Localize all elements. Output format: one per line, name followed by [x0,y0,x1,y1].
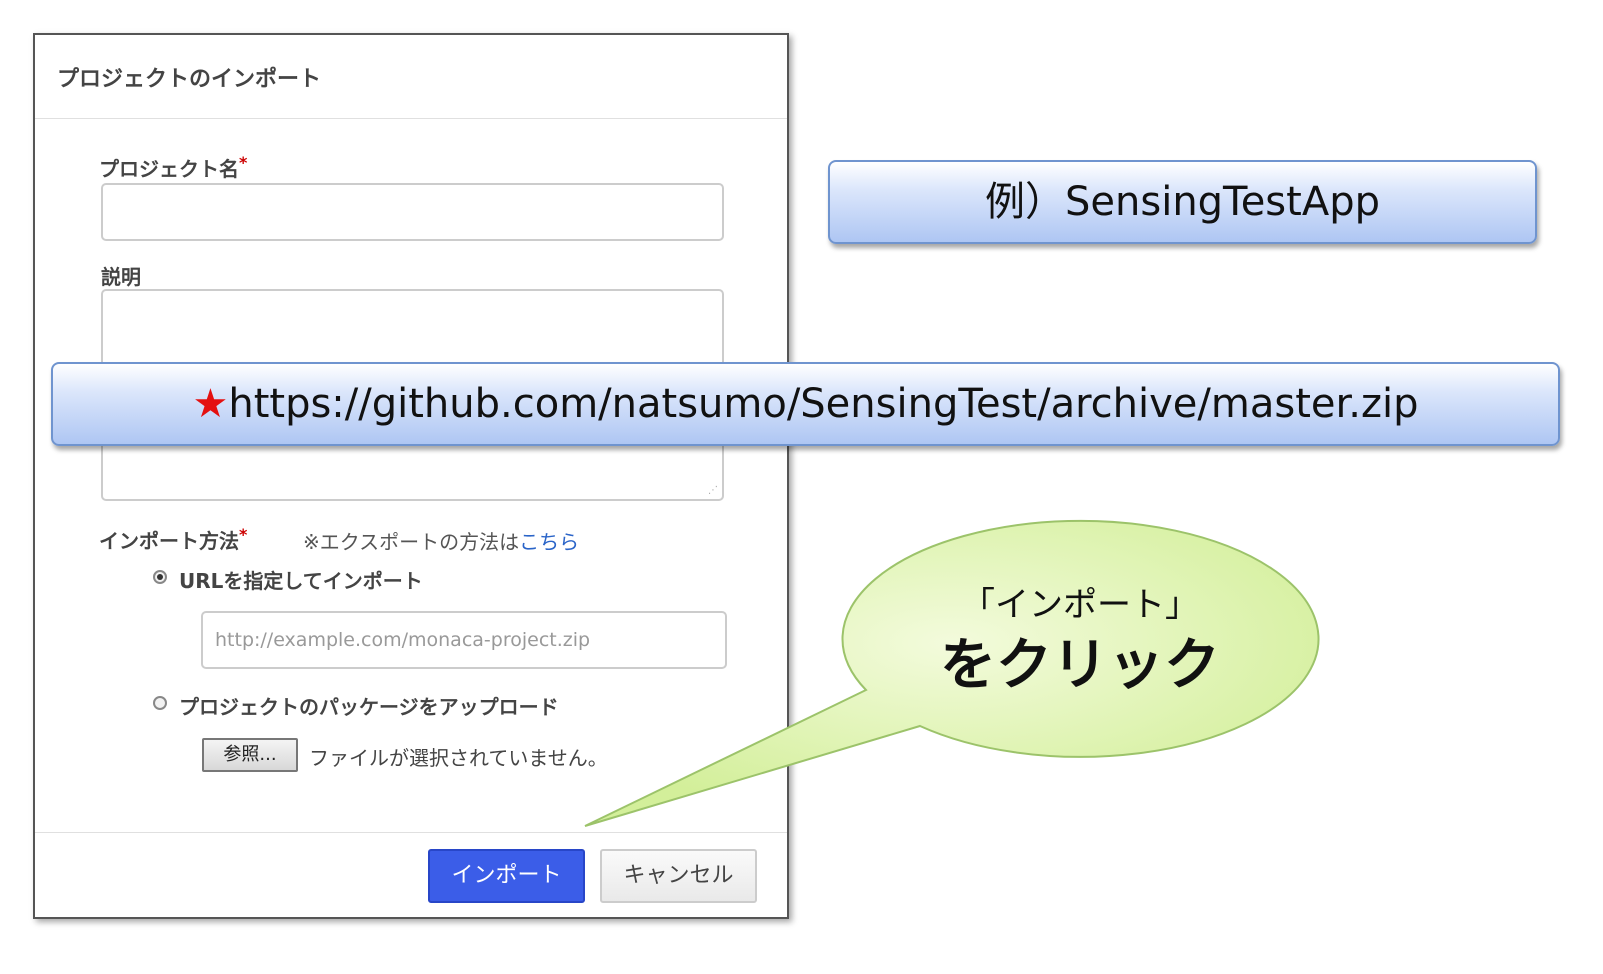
bubble-line-2: をクリック [940,633,1220,698]
speech-bubble [584,519,1320,827]
bubble-line-1: 「インポート」 [961,585,1199,625]
